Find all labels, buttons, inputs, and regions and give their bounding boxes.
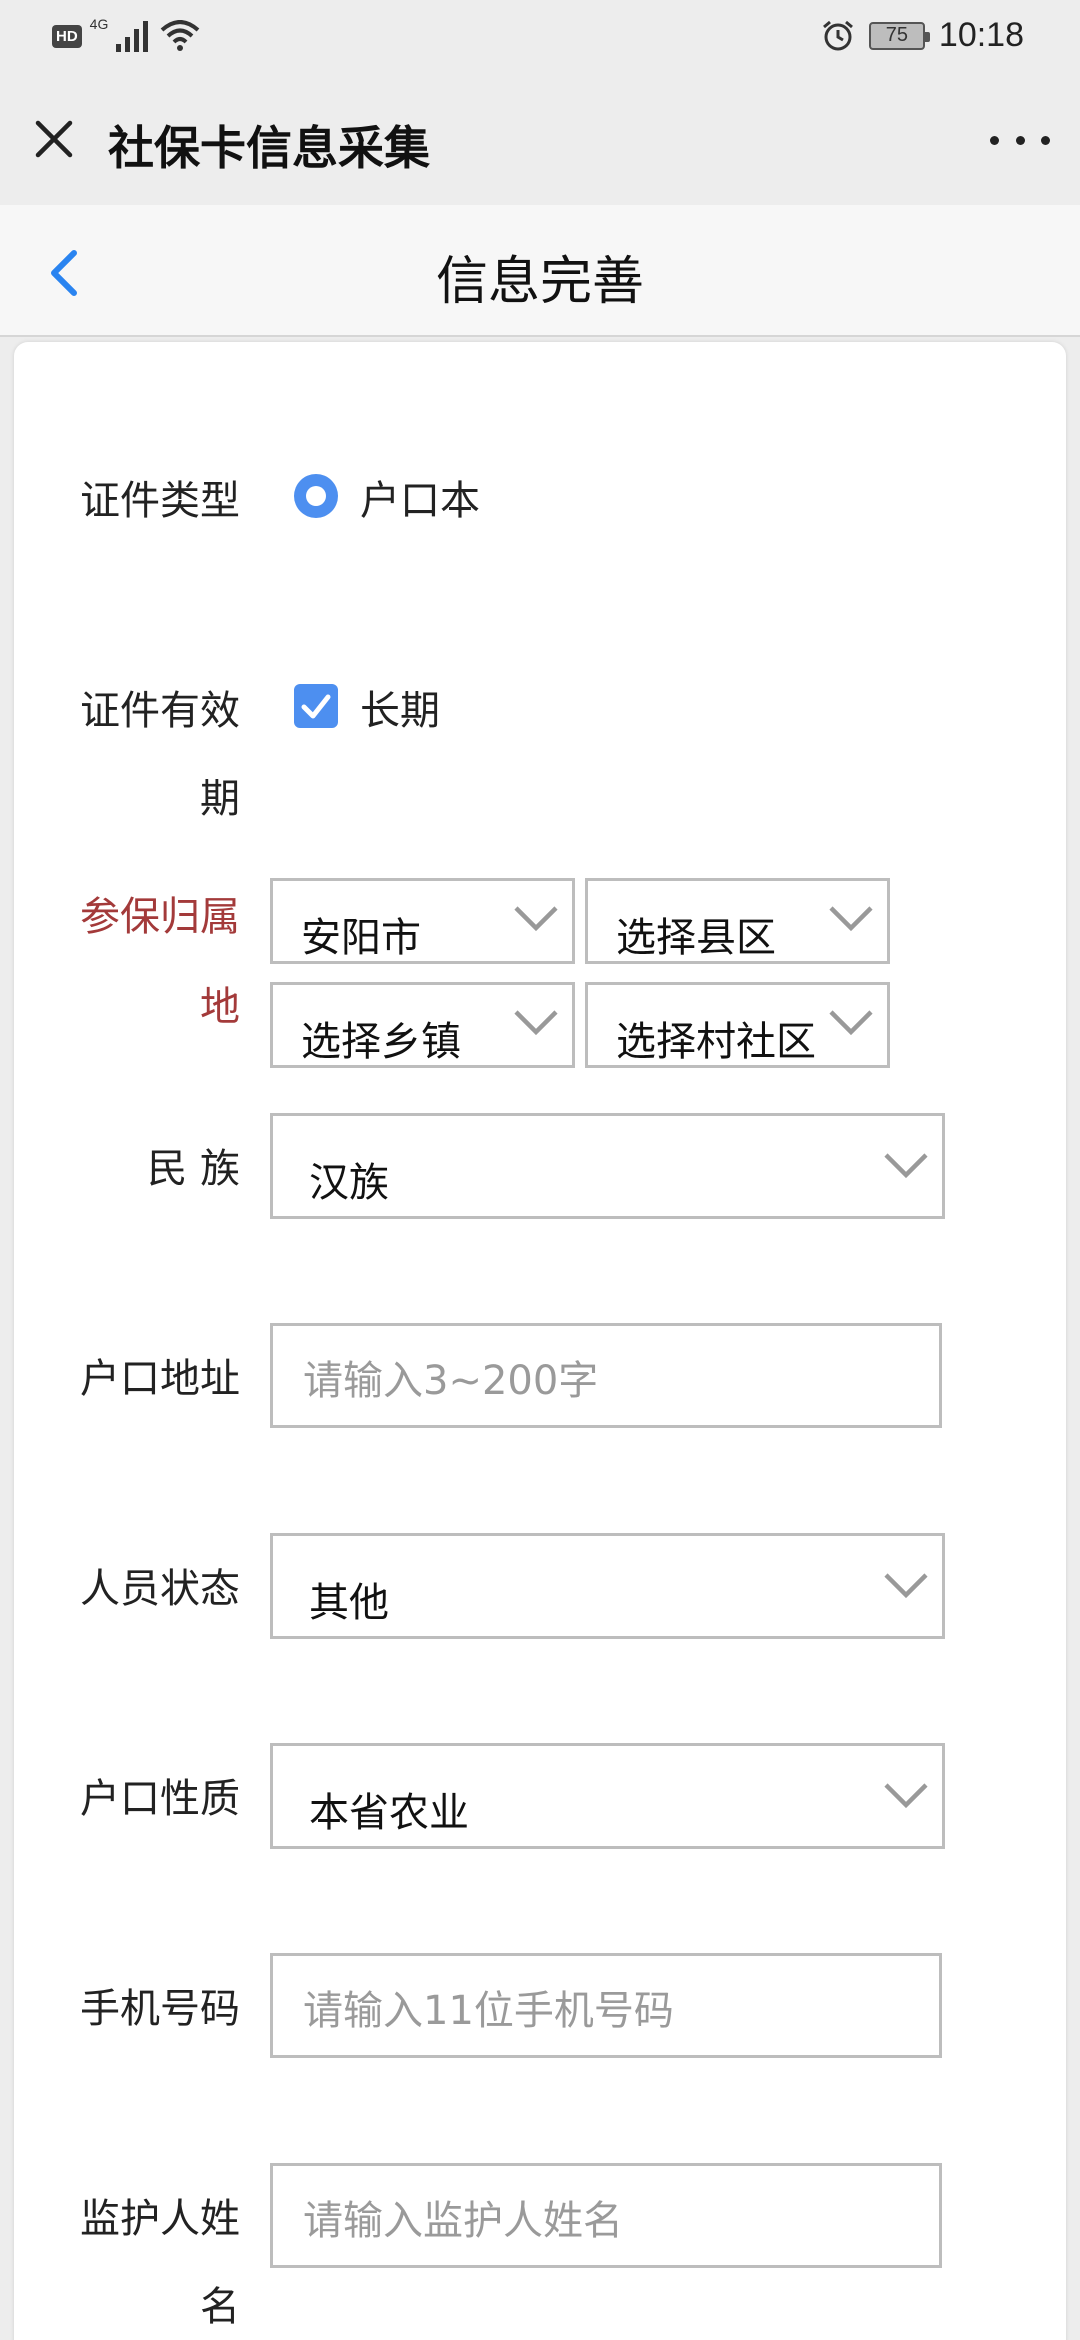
address-input[interactable]: 请输入3~200字 — [270, 1323, 942, 1428]
close-icon[interactable] — [30, 115, 78, 163]
chevron-down-icon — [514, 906, 558, 932]
phone-placeholder: 请输入11位手机号码 — [303, 1988, 674, 2034]
chevron-down-icon — [884, 1573, 928, 1599]
person-status-value: 其他 — [309, 1580, 389, 1626]
checkmark-icon — [301, 694, 331, 719]
ethnicity-select[interactable]: 汉族 — [270, 1113, 945, 1219]
status-left: HD 4G — [52, 16, 200, 52]
status-right: 75 10:18 — [821, 16, 1024, 55]
page-navbar: 信息完善 — [0, 205, 1080, 337]
county-value: 选择县区 — [616, 915, 776, 961]
person-status-label: 人员状态 — [80, 1566, 240, 1612]
chevron-down-icon — [884, 1783, 928, 1809]
validity-label: 证件有效 — [80, 678, 240, 736]
wifi-icon — [161, 20, 200, 51]
wechat-header: 社保卡信息采集 — [0, 75, 1080, 205]
wechat-title: 社保卡信息采集 — [108, 121, 430, 175]
phone-label: 手机号码 — [80, 1986, 240, 2032]
ethnicity-label: 民 族 — [147, 1146, 240, 1192]
guardian-input[interactable]: 请输入监护人姓名 — [270, 2163, 942, 2268]
network-type: 4G — [89, 16, 109, 32]
signal-icon — [116, 21, 149, 52]
chevron-down-icon — [514, 1010, 558, 1036]
region-label-cont: 地 — [200, 984, 240, 1030]
more-icon[interactable] — [990, 120, 1050, 160]
town-value: 选择乡镇 — [301, 1019, 461, 1065]
more-dot — [1041, 135, 1050, 145]
validity-checkbox[interactable] — [294, 684, 338, 728]
status-bar: HD 4G 75 10:18 — [0, 0, 1080, 75]
city-value: 安阳市 — [301, 915, 421, 961]
village-value: 选择村社区 — [616, 1019, 816, 1065]
address-label: 户口地址 — [80, 1356, 240, 1402]
hukou-type-value: 本省农业 — [309, 1790, 469, 1836]
hukou-type-select[interactable]: 本省农业 — [270, 1743, 945, 1849]
id-type-radio[interactable] — [294, 474, 338, 518]
city-select[interactable]: 安阳市 — [270, 878, 575, 964]
chevron-down-icon — [829, 906, 873, 932]
more-dot — [1015, 135, 1025, 145]
battery-level: 75 — [885, 24, 909, 46]
validity-label-line1: 证件有效 — [80, 688, 240, 734]
person-status-select[interactable]: 其他 — [270, 1533, 945, 1639]
ethnicity-value: 汉族 — [309, 1160, 389, 1206]
hukou-type-label: 户口性质 — [80, 1776, 240, 1822]
hd-indicator: HD — [52, 24, 82, 48]
chevron-down-icon — [884, 1153, 928, 1179]
battery-icon: 75 — [868, 21, 930, 50]
guardian-placeholder: 请输入监护人姓名 — [303, 2198, 623, 2244]
county-select[interactable]: 选择县区 — [585, 878, 890, 964]
id-type-option[interactable]: 户口本 — [360, 468, 480, 526]
chevron-down-icon — [829, 1010, 873, 1036]
page-title: 信息完善 — [435, 252, 644, 312]
address-placeholder: 请输入3~200字 — [303, 1358, 599, 1404]
town-select[interactable]: 选择乡镇 — [270, 982, 575, 1068]
id-type-label: 证件类型 — [80, 478, 240, 524]
validity-label-cont: 期 — [200, 766, 240, 824]
validity-option[interactable]: 长期 — [360, 678, 440, 736]
alarm-icon — [822, 20, 853, 50]
guardian-label-cont: 名 — [200, 2284, 240, 2330]
guardian-label: 监护人姓 — [80, 2196, 240, 2242]
more-dot — [990, 135, 999, 145]
region-label: 参保归属 — [80, 894, 240, 940]
clock: 10:18 — [938, 16, 1024, 54]
phone-input[interactable]: 请输入11位手机号码 — [270, 1953, 942, 2058]
village-select[interactable]: 选择村社区 — [585, 982, 890, 1068]
validity-label-line2: 期 — [200, 776, 240, 822]
